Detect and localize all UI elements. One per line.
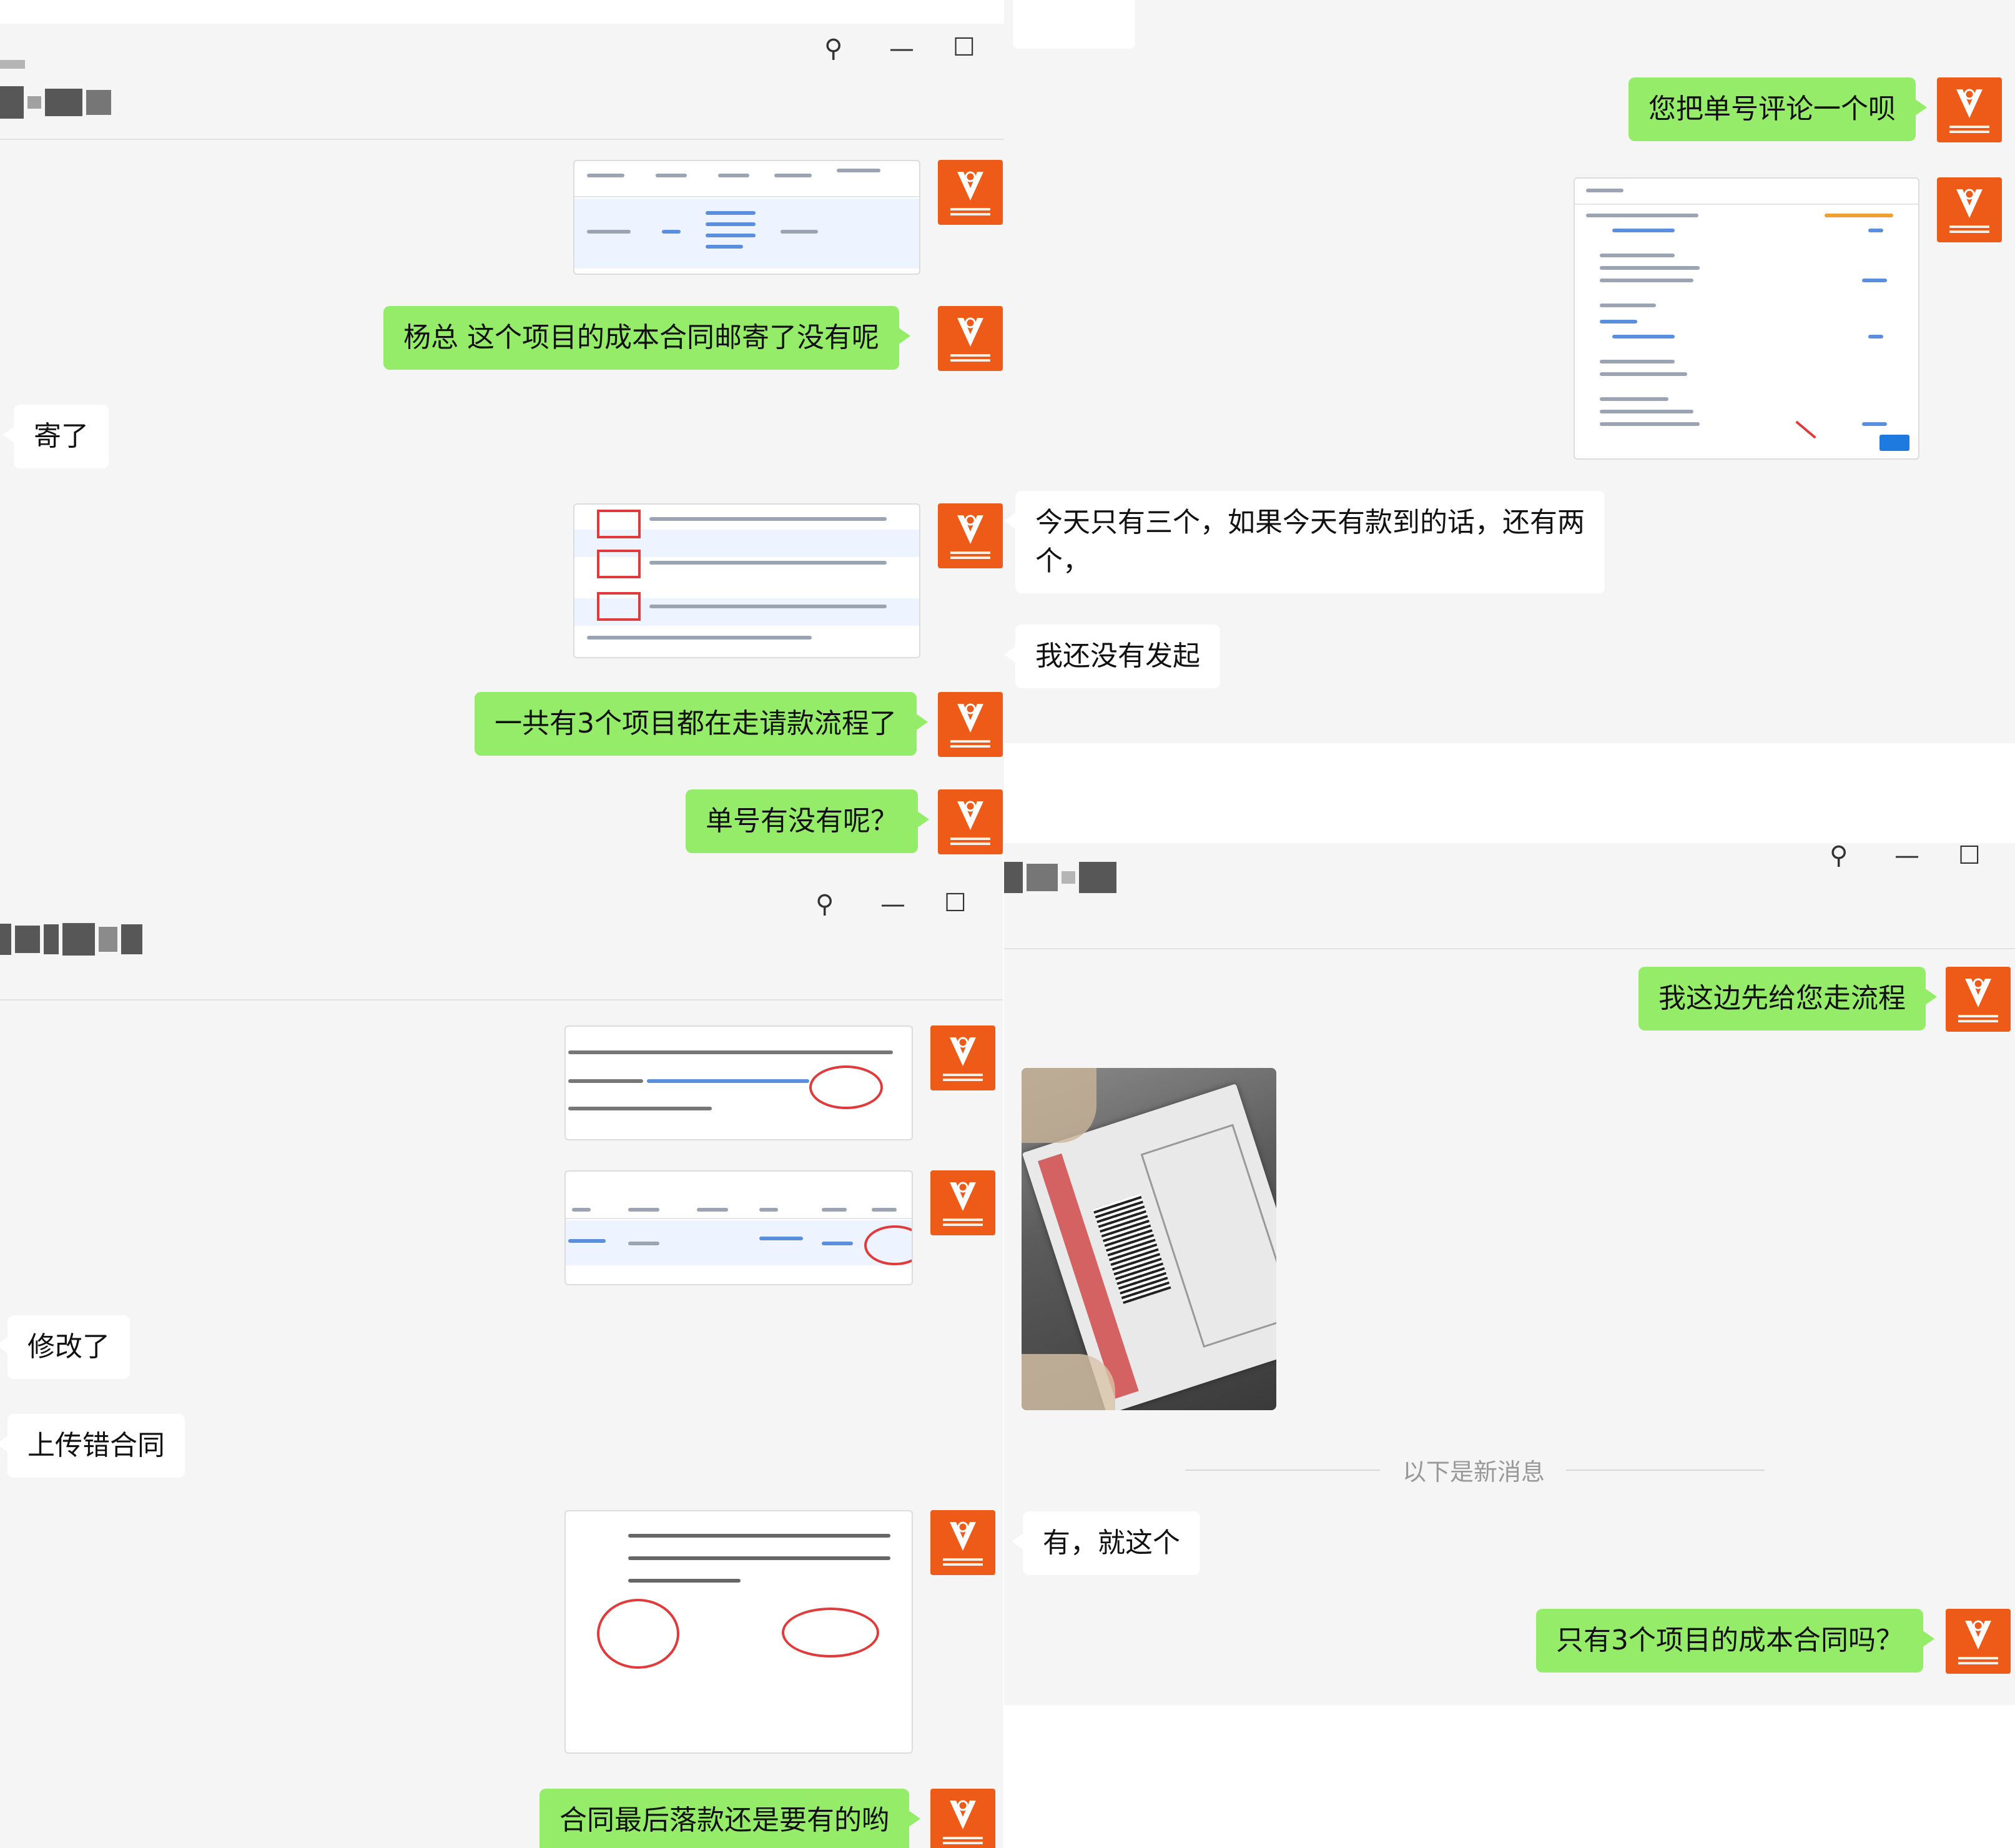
company-logo-avatar[interactable]: [938, 503, 1003, 568]
contact-name-blurred: [0, 86, 111, 119]
minimize-icon[interactable]: —: [1894, 843, 1919, 868]
message-bubble-self[interactable]: 单号有没有呢？: [686, 789, 929, 853]
image-message-contract-excerpt[interactable]: [564, 1025, 913, 1140]
company-logo-avatar[interactable]: [1937, 77, 2002, 142]
message-bubble-self[interactable]: 您把单号评论一个呗: [1628, 77, 1927, 141]
pin-icon[interactable]: ⚲: [1830, 843, 1848, 868]
chat-title-bar: ⚲ — ☐: [0, 24, 1004, 140]
image-message-approval-dialog[interactable]: [1574, 177, 1919, 460]
image-message-contract-table[interactable]: [564, 1170, 913, 1285]
company-logo-avatar[interactable]: [930, 1025, 995, 1090]
company-logo-avatar[interactable]: [1946, 967, 2011, 1032]
chat-panel-top-right: 您把单号评论一个呗 今天只有三个，如果今天有款到的话，还有两 个， 我还没有发起: [1004, 0, 2015, 743]
pin-icon[interactable]: ⚲: [824, 36, 842, 61]
company-logo-avatar[interactable]: [1937, 177, 2002, 242]
message-bubble-self[interactable]: 合同最后落款还是要有的哟: [539, 1789, 920, 1848]
minimize-icon[interactable]: —: [889, 36, 914, 61]
chat-panel-bottom-left: ⚲ — ☐ 修改了 上传错合同 合同最后落款还是要有的哟: [0, 854, 1003, 1848]
window-gap: [1004, 743, 2015, 843]
image-message-signature-page[interactable]: [564, 1510, 913, 1754]
contact-name-blurred: [0, 60, 25, 69]
company-logo-avatar[interactable]: [1946, 1609, 2011, 1674]
new-messages-divider-label: 以下是新消息: [1402, 1458, 1545, 1486]
message-bubble-other[interactable]: 有，就这个: [1012, 1511, 1200, 1575]
image-message-envelope-photo[interactable]: [1022, 1068, 1276, 1410]
new-messages-divider-line: [1185, 1470, 1380, 1471]
message-text-line: 今天只有三个，如果今天有款到的话，还有两: [1035, 506, 1585, 538]
chat-title-bar: ⚲ — ☐: [1004, 843, 2015, 949]
maximize-icon[interactable]: ☐: [944, 891, 967, 916]
message-bubble-cut-off: [1013, 0, 1135, 49]
message-bubble-self[interactable]: 一共有3个项目都在走请款流程了: [475, 692, 928, 756]
new-messages-divider-line: [1566, 1470, 1765, 1471]
message-bubble-other[interactable]: 寄了: [2, 405, 109, 468]
message-bubble-other[interactable]: 修改了: [0, 1315, 130, 1379]
company-logo-avatar[interactable]: [938, 306, 1003, 371]
message-bubble-other[interactable]: 我还没有发起: [1004, 625, 1220, 688]
message-bubble-self[interactable]: 我这边先给您走流程: [1638, 967, 1937, 1030]
company-logo-avatar[interactable]: [930, 1170, 995, 1235]
company-logo-avatar[interactable]: [938, 789, 1003, 854]
chat-panel-top-left: ⚲ — ☐ 杨总 这个项目的成本合同邮寄了没有呢 寄了 一共有3个项目都在走请款…: [0, 24, 1004, 854]
image-message-list-screenshot[interactable]: [573, 503, 920, 658]
company-logo-avatar[interactable]: [938, 692, 1003, 757]
image-message-table-screenshot[interactable]: [573, 160, 920, 275]
company-logo-avatar[interactable]: [930, 1789, 995, 1848]
chat-title-bar: ⚲ — ☐: [0, 854, 1003, 1001]
message-text-line: 个，: [1035, 545, 1090, 577]
company-logo-avatar[interactable]: [938, 160, 1003, 225]
message-bubble-self[interactable]: 杨总 这个项目的成本合同邮寄了没有呢: [383, 306, 910, 370]
chat-panel-bottom-right: ⚲ — ☐ 我这边先给您走流程 以下是新消息 有，就这个 只有3个项目的成本合同…: [1004, 843, 2015, 1705]
message-bubble-self[interactable]: 只有3个项目的成本合同吗？: [1536, 1609, 1934, 1673]
maximize-icon[interactable]: ☐: [953, 35, 975, 60]
message-bubble-other[interactable]: 今天只有三个，如果今天有款到的话，还有两 个，: [1004, 491, 1605, 593]
message-bubble-other[interactable]: 上传错合同: [0, 1414, 185, 1478]
pin-icon[interactable]: ⚲: [815, 892, 834, 917]
contact-name-blurred: [0, 923, 142, 956]
minimize-icon[interactable]: —: [880, 892, 905, 917]
company-logo-avatar[interactable]: [930, 1510, 995, 1575]
maximize-icon[interactable]: ☐: [1958, 843, 1981, 868]
contact-name-blurred: [1004, 862, 1116, 893]
